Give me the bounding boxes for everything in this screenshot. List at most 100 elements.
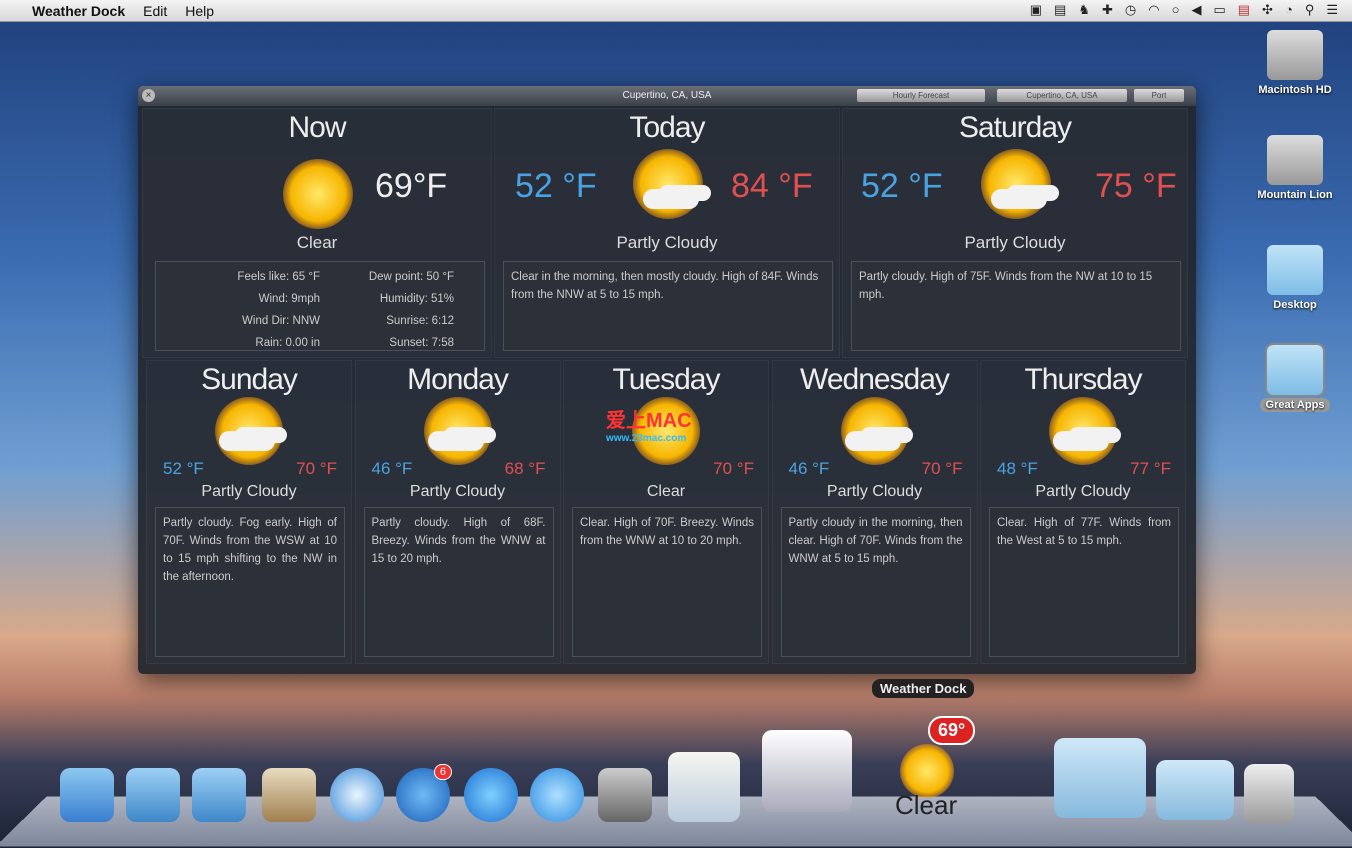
weather-temp-badge: 69° bbox=[928, 716, 976, 745]
cloud-icon bbox=[844, 431, 901, 451]
title-bar[interactable]: × Cupertino, CA, USA Hourly Forecast Cup… bbox=[138, 86, 1196, 106]
evernote-icon[interactable]: ♞ bbox=[1078, 2, 1090, 18]
sun-icon bbox=[283, 159, 353, 229]
day-description: Partly cloudy. Fog early. High of 70F. W… bbox=[155, 507, 345, 657]
day-panel-wednesday: Wednesday 46 °F 70 °F Partly Cloudy Part… bbox=[771, 360, 978, 664]
dock-app-store-icon[interactable]: 6 bbox=[396, 764, 452, 822]
dock-facetime-icon[interactable] bbox=[598, 768, 652, 822]
day-description: Partly cloudy. High of 68F. Breezy. Wind… bbox=[363, 507, 554, 657]
menu-app[interactable]: Weather Dock bbox=[32, 3, 125, 19]
day-low: 52 °F bbox=[163, 459, 204, 478]
day-label: Wednesday bbox=[800, 363, 950, 396]
cloud-icon bbox=[427, 431, 484, 451]
menu-edit[interactable]: Edit bbox=[143, 3, 167, 19]
dock-safari-icon[interactable] bbox=[330, 768, 384, 822]
now-panel: Now 69°F Clear Feels like: 65 °F Dew poin… bbox=[142, 108, 492, 358]
day-panel-monday: Monday 46 °F 68 °F Partly Cloudy Partly … bbox=[354, 360, 561, 664]
now-details: Feels like: 65 °F Dew point: 50 °F Wind: … bbox=[155, 261, 485, 351]
close-icon[interactable]: × bbox=[142, 89, 155, 102]
dock-mail-icon[interactable] bbox=[262, 768, 316, 822]
saturday-panel: Saturday 52 °F 75 °F Partly Cloudy Partl… bbox=[842, 108, 1188, 358]
day-description: Clear. High of 70F. Breezy. Winds from t… bbox=[572, 507, 762, 657]
hourly-forecast-button[interactable]: Hourly Forecast bbox=[857, 89, 985, 102]
dock-downloads-icon[interactable] bbox=[1156, 760, 1234, 820]
humidity: Humidity: 51% bbox=[379, 293, 454, 305]
rain: Rain: 0.00 in bbox=[255, 337, 320, 349]
saturday-high: 75 °F bbox=[1095, 167, 1177, 205]
desktop-label: Desktop bbox=[1273, 299, 1317, 311]
cloud-icon bbox=[991, 189, 1047, 209]
day-condition: Partly Cloudy bbox=[1035, 483, 1131, 500]
menu-bar: Weather Dock Edit Help ▣ ▤ ♞ ✚ ◷ ◠ ○ ◀ ▭ ▤ ✣ ◔ ⚲ ☰ bbox=[0, 0, 1352, 22]
sunset: Sunset: 7:58 bbox=[389, 337, 454, 349]
battery-icon[interactable]: ▭ bbox=[1213, 2, 1225, 18]
today-label: Today bbox=[629, 111, 705, 144]
day-condition: Clear bbox=[646, 483, 686, 500]
day-condition: Partly Cloudy bbox=[826, 483, 923, 500]
flag-icon[interactable]: ▤ bbox=[1238, 2, 1250, 18]
now-label: Now bbox=[288, 111, 346, 144]
weather-window: × Cupertino, CA, USA Hourly Forecast Cup… bbox=[138, 86, 1196, 674]
disk-icon[interactable]: ▤ bbox=[1054, 2, 1066, 18]
move-icon[interactable]: ✣ bbox=[1262, 2, 1273, 18]
dock-finder-icon[interactable] bbox=[60, 768, 114, 822]
window-title: Cupertino, CA, USA bbox=[622, 90, 712, 101]
dew-point: Dew point: 50 °F bbox=[368, 271, 454, 283]
day-description: Partly cloudy in the morning, then clear… bbox=[780, 507, 971, 657]
search-icon[interactable]: ⚲ bbox=[1305, 2, 1315, 18]
clock-icon[interactable]: ◔ bbox=[1285, 2, 1293, 18]
dock-weather-condition: Clear bbox=[895, 790, 958, 820]
now-temp: 69°F bbox=[375, 167, 448, 205]
today-low: 52 °F bbox=[515, 167, 597, 205]
day-label: Thursday bbox=[1024, 363, 1142, 396]
day-low: 48 °F bbox=[997, 459, 1038, 478]
today-high: 84 °F bbox=[731, 167, 813, 205]
day-condition: Partly Cloudy bbox=[409, 483, 506, 500]
today-condition: Partly Cloudy bbox=[616, 233, 718, 252]
day-panel-thursday: Thursday 48 °F 77 °F Partly Cloudy Clear… bbox=[980, 360, 1186, 664]
feels-like: Feels like: 65 °F bbox=[237, 271, 320, 283]
dock-itunes-icon[interactable] bbox=[464, 768, 518, 822]
watermark-logo: 爱上MAC www.23mac.com bbox=[606, 410, 692, 444]
desktop-icon-desktop[interactable]: Desktop bbox=[1250, 245, 1340, 311]
status-icons: ▣ ▤ ♞ ✚ ◷ ◠ ○ ◀ ▭ ▤ ✣ ◔ ⚲ ☰ bbox=[1030, 2, 1338, 18]
wind-dir: Wind Dir: NNW bbox=[242, 315, 320, 327]
port-button[interactable]: Port bbox=[1134, 89, 1184, 102]
desktop-label: Macintosh HD bbox=[1258, 84, 1332, 96]
dock-folder-icon[interactable] bbox=[1054, 738, 1146, 818]
day-label: Sunday bbox=[201, 363, 298, 396]
today-panel: Today 52 °F 84 °F Partly Cloudy Clear in… bbox=[494, 108, 840, 358]
dock-tooltip: Weather Dock bbox=[872, 679, 975, 698]
cloud-icon bbox=[219, 431, 275, 451]
hard-disk-icon bbox=[1267, 135, 1323, 185]
desktop-icon-great-apps[interactable]: Great Apps bbox=[1250, 343, 1340, 412]
dock-maps-icon[interactable] bbox=[668, 752, 740, 822]
volume-icon[interactable]: ◀ bbox=[1191, 2, 1201, 18]
dock-messages-icon[interactable] bbox=[530, 768, 584, 822]
dock-preview-icon[interactable] bbox=[762, 730, 852, 812]
desktop-icon-macintosh-hd[interactable]: Macintosh HD bbox=[1250, 30, 1340, 96]
desktop-icon-mountain-lion[interactable]: Mountain Lion bbox=[1250, 135, 1340, 201]
list-icon[interactable]: ☰ bbox=[1326, 2, 1338, 18]
wind: Wind: 9mph bbox=[258, 293, 320, 305]
desktop-label: Great Apps bbox=[1259, 398, 1331, 412]
dock-xcode-icon[interactable] bbox=[126, 768, 180, 822]
saturday-low: 52 °F bbox=[861, 167, 943, 205]
plus-icon[interactable]: ✚ bbox=[1102, 2, 1113, 18]
airplay-icon[interactable]: ▣ bbox=[1030, 2, 1042, 18]
saturday-description: Partly cloudy. High of 75F. Winds from t… bbox=[851, 261, 1181, 351]
chat-icon[interactable]: ○ bbox=[1172, 2, 1180, 18]
day-condition: Partly Cloudy bbox=[201, 483, 297, 500]
location-select[interactable]: Cupertino, CA, USA bbox=[997, 89, 1127, 102]
day-high: 77 °F bbox=[1130, 459, 1171, 478]
app-store-badge: 6 bbox=[433, 764, 452, 780]
menu-help[interactable]: Help bbox=[185, 3, 214, 19]
saturday-condition: Partly Cloudy bbox=[964, 233, 1066, 252]
day-label: Monday bbox=[407, 363, 509, 396]
cloud-icon bbox=[1053, 431, 1109, 451]
day-high: 70 °F bbox=[921, 459, 963, 478]
dock-trash-icon[interactable] bbox=[1244, 764, 1294, 824]
dock-ios-simulator-icon[interactable] bbox=[192, 768, 246, 822]
time-machine-icon[interactable]: ◷ bbox=[1125, 2, 1136, 18]
wifi-icon[interactable]: ◠ bbox=[1148, 2, 1159, 18]
